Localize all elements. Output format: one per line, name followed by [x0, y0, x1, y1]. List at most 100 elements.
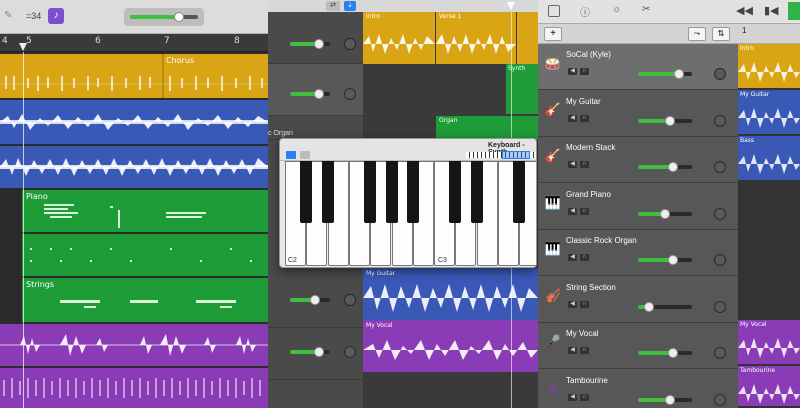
region[interactable]: Bass	[738, 136, 800, 180]
play-button[interactable]	[788, 2, 800, 20]
pan-knob[interactable]	[714, 161, 726, 173]
volume-knob[interactable]	[665, 394, 676, 405]
track-lane[interactable]: Piano	[0, 190, 268, 232]
black-key[interactable]	[300, 161, 313, 223]
mute-button[interactable]: ◀	[568, 300, 577, 308]
region[interactable]	[517, 12, 538, 64]
track-header[interactable]	[268, 12, 363, 64]
volume-knob[interactable]	[660, 208, 670, 219]
mute-button[interactable]: ◀	[568, 207, 577, 215]
volume-slider[interactable]	[638, 348, 692, 358]
mute-button[interactable]: ◀	[568, 347, 577, 354]
track-header[interactable]: 🎸 Modern Stack ◀ ∩	[538, 137, 738, 183]
track-header[interactable]: 🥁 SoCal (Kyle) ◀ ∩	[538, 44, 738, 90]
master-volume-knob[interactable]	[174, 12, 184, 22]
track-header[interactable]: 🎻 String Section ◀ ∩	[538, 276, 738, 323]
mute-button[interactable]: ◀	[568, 393, 577, 401]
help-icon[interactable]: ⓘ	[580, 4, 590, 19]
volume-knob[interactable]	[665, 115, 676, 126]
black-key[interactable]	[513, 161, 526, 223]
pan-knob[interactable]	[714, 254, 726, 266]
headphones-button[interactable]: ∩	[580, 68, 589, 75]
region[interactable]: Verse 1	[436, 12, 516, 64]
pan-knob[interactable]	[714, 207, 726, 220]
catch-icon[interactable]: ⇅	[712, 27, 730, 41]
library-icon[interactable]	[548, 5, 560, 17]
headphones-button[interactable]: ∩	[580, 254, 589, 261]
track-lane[interactable]	[0, 368, 268, 408]
headphones-button[interactable]: ∩	[580, 347, 589, 354]
black-key[interactable]	[406, 161, 419, 223]
headphones-button[interactable]: ∩	[580, 300, 589, 308]
keyboard-window[interactable]: Keyboard - Synth C2 C3	[279, 138, 537, 268]
tuner-icon[interactable]: ♪	[48, 8, 64, 24]
region[interactable]: Intro	[363, 12, 435, 64]
headphones-button[interactable]: ∩	[580, 114, 589, 122]
master-volume-slider[interactable]	[124, 8, 204, 26]
black-key[interactable]	[321, 161, 334, 223]
region[interactable]: Organ	[436, 116, 538, 140]
volume-slider[interactable]	[290, 347, 330, 357]
pan-knob[interactable]	[714, 68, 726, 80]
volume-slider[interactable]	[638, 69, 692, 79]
pan-knob[interactable]	[714, 114, 726, 127]
pan-knob[interactable]	[714, 300, 726, 313]
tempo-display[interactable]: =34	[26, 11, 41, 21]
track-lane[interactable]	[0, 100, 268, 144]
headphones-button[interactable]: ∩	[580, 207, 589, 215]
pan-knob[interactable]	[344, 294, 356, 306]
tracks-area[interactable]: Intro My Guitar Bass My Vocal Tambourine	[738, 44, 800, 408]
snap-icon[interactable]: ⇣	[344, 1, 356, 11]
track-header[interactable]: 🎤 My Vocal ◀ ∩	[538, 323, 738, 369]
headphones-button[interactable]: ∩	[580, 161, 589, 168]
volume-knob[interactable]	[643, 301, 654, 312]
mute-button[interactable]: ◀	[568, 161, 577, 168]
pan-knob[interactable]	[714, 347, 726, 359]
volume-slider[interactable]	[290, 89, 330, 99]
go-to-start-icon[interactable]: ▮◀	[764, 4, 779, 17]
black-key[interactable]	[385, 161, 398, 223]
track-header[interactable]	[268, 64, 363, 116]
keyboard-view-icon[interactable]	[286, 151, 296, 159]
black-key[interactable]	[449, 161, 462, 223]
rewind-icon[interactable]: ◀◀	[736, 4, 753, 17]
mute-button[interactable]: ◀	[568, 254, 577, 261]
volume-slider[interactable]	[638, 115, 692, 126]
automation-icon[interactable]: ⤳	[688, 27, 706, 41]
volume-slider[interactable]	[638, 162, 692, 172]
track-lane[interactable]	[0, 146, 268, 188]
track-lane[interactable]	[0, 234, 268, 276]
mute-button[interactable]: ◀	[568, 114, 577, 122]
track-header[interactable]	[268, 276, 363, 328]
track-header[interactable]: 🎸 My Guitar ◀ ∩	[538, 90, 738, 137]
scissors-icon[interactable]: ✂	[642, 4, 650, 15]
black-key[interactable]	[364, 161, 377, 223]
region[interactable]: Intro	[738, 44, 800, 88]
track-lane[interactable]: Chorus	[0, 54, 268, 98]
region[interactable]: My Vocal	[738, 320, 800, 364]
black-key[interactable]	[470, 161, 483, 223]
volume-knob[interactable]	[668, 162, 679, 172]
track-lane[interactable]: Strings	[0, 278, 268, 322]
volume-slider[interactable]	[638, 255, 692, 265]
playhead-line[interactable]	[23, 52, 24, 408]
edit-icon[interactable]: ⇄	[326, 1, 340, 11]
track-header[interactable]: 🎹 Grand Piano ◀ ∩	[538, 183, 738, 230]
pan-knob[interactable]	[344, 346, 356, 358]
track-header[interactable]: c Organ	[268, 116, 363, 140]
volume-slider[interactable]	[638, 394, 692, 405]
mute-button[interactable]: ◀	[568, 68, 577, 75]
smart-controls-icon[interactable]: ☼	[612, 4, 621, 15]
region[interactable]: My Guitar	[738, 90, 800, 134]
volume-knob[interactable]	[673, 69, 684, 79]
pan-knob[interactable]	[344, 88, 356, 100]
keyboard-titlebar[interactable]: Keyboard - Synth	[280, 139, 536, 161]
pan-knob[interactable]	[714, 393, 726, 406]
pencil-icon[interactable]: ✎	[4, 10, 12, 21]
timeline-ruler[interactable]: 4 5 6 7 8	[0, 34, 268, 52]
volume-slider[interactable]	[290, 295, 330, 305]
track-header[interactable]: 🎹 Classic Rock Organ ◀ ∩	[538, 230, 738, 276]
octave-range-indicator[interactable]	[502, 151, 530, 159]
headphones-button[interactable]: ∩	[580, 393, 589, 401]
volume-slider[interactable]	[638, 301, 692, 312]
